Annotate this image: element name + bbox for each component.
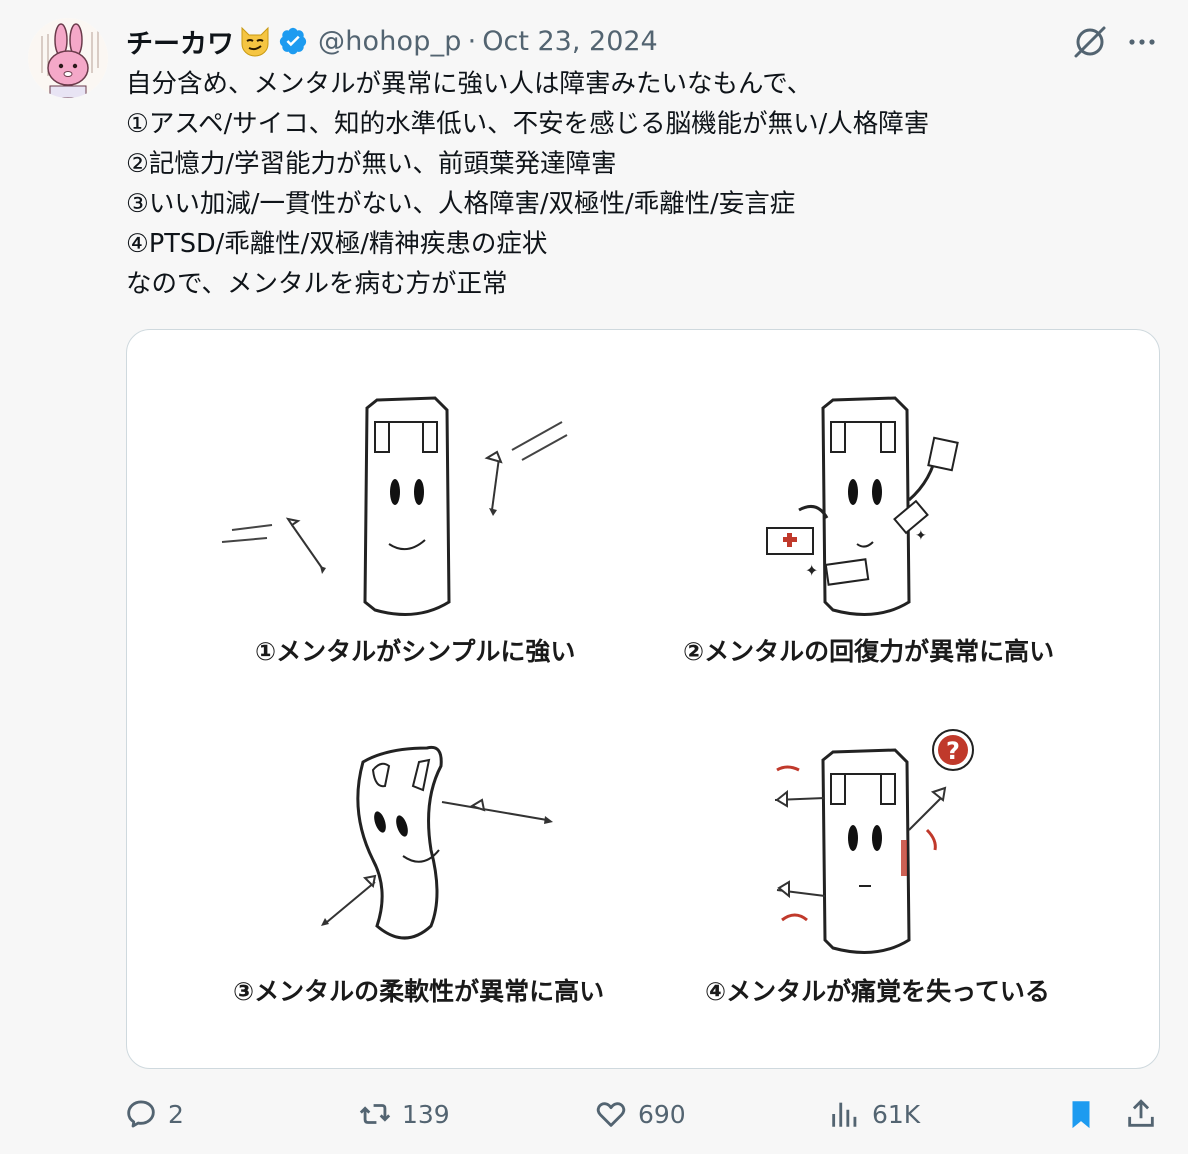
tweet-line: ②記憶力/学習能力が無い、前頭葉発達障害 bbox=[126, 149, 617, 179]
illustration-panel-4: ? ④メンタルが痛覚を失っている bbox=[705, 729, 1050, 1006]
reply-count: 2 bbox=[168, 1099, 184, 1129]
illustration-panel-3: ③メンタルの柔軟性が異常に高い bbox=[233, 745, 604, 1006]
panel-caption: ②メンタルの回復力が異常に高い bbox=[683, 637, 1054, 666]
illustration-panel-2: ✦ ✦ ②メンタルの回復力が異常に高い bbox=[683, 396, 1054, 666]
views-button[interactable]: 61K bbox=[828, 1090, 920, 1138]
views-count: 61K bbox=[872, 1099, 921, 1129]
reply-icon bbox=[127, 1100, 155, 1128]
question-mark: ? bbox=[946, 737, 960, 765]
tweet-line: 自分含め、メンタルが異常に強い人は障害みたいなもんで、 bbox=[126, 69, 813, 99]
header-separator: · bbox=[467, 25, 477, 57]
reply-button[interactable]: 2 bbox=[124, 1090, 184, 1138]
bookmark-button[interactable] bbox=[1064, 1090, 1108, 1138]
repost-icon bbox=[359, 1104, 391, 1124]
sparkle-icon: ✦ bbox=[805, 561, 818, 580]
repost-button[interactable]: 139 bbox=[358, 1090, 450, 1138]
action-bar: 2 139 690 61K bbox=[124, 1090, 1164, 1138]
share-icon bbox=[1128, 1099, 1154, 1127]
like-count: 690 bbox=[638, 1099, 686, 1129]
tweet-header: チーカワ @hohop_p · Oct 23, 2024 bbox=[126, 20, 658, 62]
pillar-character bbox=[821, 748, 911, 954]
like-button[interactable]: 690 bbox=[594, 1090, 686, 1138]
pillar-character bbox=[363, 396, 451, 616]
heart-icon bbox=[596, 1102, 626, 1127]
pillar-character bbox=[821, 396, 929, 616]
panel-caption: ④メンタルが痛覚を失っている bbox=[705, 977, 1050, 1006]
smirking-cat-emoji-icon bbox=[238, 24, 272, 58]
more-options-icon[interactable] bbox=[1124, 26, 1160, 58]
verified-badge-icon bbox=[278, 26, 308, 56]
bookmark-icon bbox=[1072, 1101, 1090, 1129]
post-date[interactable]: Oct 23, 2024 bbox=[482, 26, 658, 57]
tweet-line: なので、メンタルを病む方が正常 bbox=[126, 269, 508, 299]
pillar-character bbox=[356, 745, 443, 940]
views-chart-icon bbox=[832, 1102, 857, 1127]
grok-icon[interactable] bbox=[1070, 22, 1110, 62]
illustration-panel-1: ①メンタルがシンプルに強い bbox=[221, 396, 575, 666]
author-handle[interactable]: @hohop_p bbox=[318, 26, 462, 57]
avatar[interactable] bbox=[28, 18, 108, 98]
tweet-line: ③いい加減/一貫性がない、人格障害/双極性/乖離性/妄言症 bbox=[126, 189, 796, 219]
panel-caption: ③メンタルの柔軟性が異常に高い bbox=[233, 977, 604, 1006]
tweet-image[interactable]: ①メンタルがシンプルに強い ✦ ✦ ②メンタルの回復力が異常に高い ③メンタルの… bbox=[126, 329, 1160, 1069]
tweet-line: ④PTSD/乖離性/双極/精神疾患の症状 bbox=[126, 229, 548, 259]
author-name[interactable]: チーカワ bbox=[126, 22, 234, 61]
sparkle-icon: ✦ bbox=[915, 528, 927, 544]
share-button[interactable] bbox=[1124, 1090, 1168, 1138]
panel-caption: ①メンタルがシンプルに強い bbox=[255, 637, 575, 666]
repost-count: 139 bbox=[402, 1099, 450, 1129]
tweet-line: ①アスペ/サイコ、知的水準低い、不安を感じる脳機能が無い/人格障害 bbox=[126, 109, 930, 139]
tweet-text: 自分含め、メンタルが異常に強い人は障害みたいなもんで、 ①アスペ/サイコ、知的水… bbox=[126, 64, 1166, 304]
